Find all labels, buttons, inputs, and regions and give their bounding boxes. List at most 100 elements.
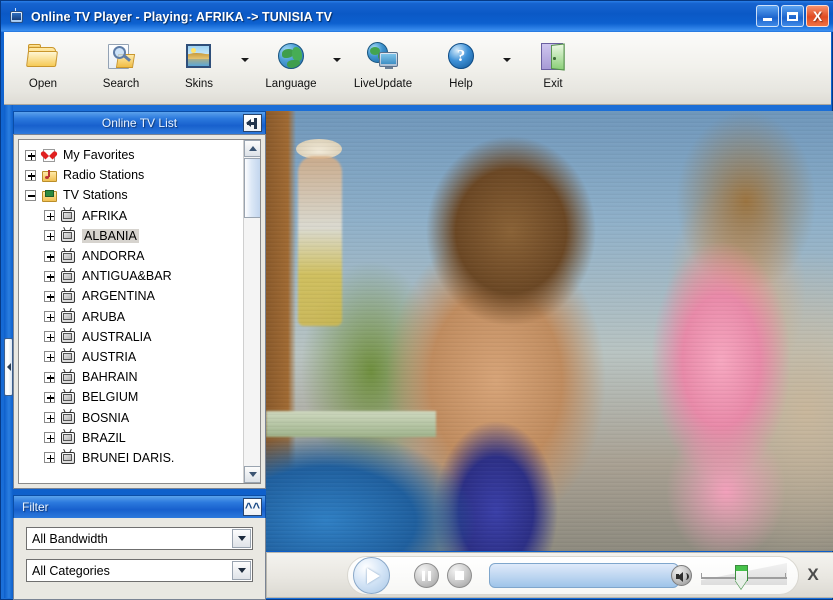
volume-thumb[interactable] — [735, 565, 748, 590]
window-controls: X — [756, 5, 829, 27]
toolbar-exit-label: Exit — [543, 78, 563, 90]
pin-icon — [246, 117, 259, 129]
expand-icon[interactable] — [44, 432, 55, 444]
expand-icon[interactable] — [44, 452, 55, 464]
expand-icon[interactable] — [25, 169, 36, 181]
tree-item-radio-stations[interactable]: Radio Stations — [25, 165, 242, 185]
filter-collapse-button[interactable]: ^^ — [243, 498, 262, 516]
tree-item-my-favorites[interactable]: My Favorites — [25, 145, 242, 165]
scroll-down-icon — [248, 472, 257, 477]
live-update-icon — [366, 41, 400, 73]
expand-icon[interactable] — [25, 149, 36, 161]
toolbar-skins-button[interactable]: Skins — [160, 37, 238, 99]
play-button[interactable] — [353, 557, 401, 594]
tv-station-icon — [60, 267, 77, 284]
speaker-icon[interactable] — [671, 565, 692, 586]
bandwidth-dropdown-button[interactable] — [232, 529, 251, 548]
scroll-up-icon — [248, 146, 257, 151]
expand-icon[interactable] — [44, 250, 55, 262]
tv-station-icon — [60, 409, 77, 425]
filter-panel-body: All Bandwidth All Categories — [13, 518, 266, 600]
pause-button[interactable] — [414, 563, 439, 588]
scroll-up-button[interactable] — [244, 140, 260, 157]
categories-dropdown-button[interactable] — [232, 561, 251, 580]
tree-item-brazil[interactable]: BRAZIL — [25, 428, 242, 448]
tree-item-bosnia[interactable]: BOSNIA — [25, 407, 242, 427]
chevron-up-icon: ^^ — [244, 499, 261, 515]
expand-icon[interactable] — [44, 290, 55, 302]
close-player-button[interactable]: X — [803, 565, 823, 585]
skins-dropdown-arrow[interactable] — [238, 37, 252, 99]
volume-slider[interactable] — [699, 559, 789, 593]
toolbar-liveupdate-button[interactable]: LiveUpdate — [344, 37, 422, 99]
tree-item-bahrain[interactable]: BAHRAIN — [25, 367, 242, 387]
open-folder-icon — [26, 41, 60, 73]
tv-list-tree[interactable]: My Favorites Radio Stations TV Stations AFR… — [18, 139, 261, 484]
tv-station-icon — [60, 328, 77, 344]
categories-select[interactable]: All Categories — [26, 559, 253, 582]
expand-icon[interactable] — [44, 371, 55, 383]
tree-item-aruba[interactable]: ARUBA — [25, 307, 242, 327]
scroll-down-button[interactable] — [244, 466, 260, 483]
tv-station-icon — [60, 348, 77, 364]
video-display[interactable] — [266, 111, 833, 551]
expand-icon[interactable] — [44, 210, 55, 222]
expand-icon[interactable] — [44, 391, 55, 403]
tree-item-label: BRAZIL — [82, 430, 126, 445]
expand-icon[interactable] — [44, 270, 55, 282]
tv-station-icon — [60, 308, 77, 324]
tree-item-label: BOSNIA — [82, 410, 130, 425]
tree-item-australia[interactable]: AUSTRALIA — [25, 327, 242, 347]
tree-item-label: ALBANIA — [82, 228, 139, 243]
expand-icon[interactable] — [44, 311, 55, 323]
tree-item-label: ANTIGUA&BAR — [82, 269, 172, 284]
tree-item-brunei-daris[interactable]: BRUNEI DARIS. — [25, 448, 242, 468]
pin-button[interactable] — [243, 114, 262, 132]
video-grain — [266, 111, 833, 551]
toolbar-help-button[interactable]: ? Help — [422, 37, 500, 99]
help-dropdown-arrow[interactable] — [500, 37, 514, 99]
toolbar: Open Search Skins Language LiveUpdate ? … — [4, 32, 831, 105]
expand-icon[interactable] — [44, 412, 55, 424]
expand-icon[interactable] — [44, 351, 55, 363]
collapse-icon[interactable] — [25, 189, 36, 201]
expand-icon[interactable] — [44, 331, 55, 343]
tv-icon — [8, 8, 25, 25]
sidebar: Online TV List My Favorites Radio Station… — [13, 111, 266, 600]
tree-item-austria[interactable]: AUSTRIA — [25, 347, 242, 367]
bandwidth-select[interactable]: All Bandwidth — [26, 527, 253, 550]
toolbar-search-button[interactable]: Search — [82, 37, 160, 99]
tree-item-antigua-bar[interactable]: ANTIGUA&BAR — [25, 266, 242, 286]
tree-item-label: AUSTRIA — [82, 349, 137, 364]
stop-icon — [455, 571, 464, 580]
tree-item-argentina[interactable]: ARGENTINA — [25, 286, 242, 306]
left-splitter-rail — [4, 105, 13, 598]
progress-bar[interactable] — [489, 563, 679, 588]
toolbar-open-label: Open — [28, 78, 58, 90]
favorites-icon — [41, 148, 58, 163]
tree-item-belgium[interactable]: BELGIUM — [25, 387, 242, 407]
minimize-button[interactable] — [756, 5, 779, 27]
toolbar-exit-button[interactable]: Exit — [514, 37, 592, 99]
categories-value: All Categories — [32, 563, 110, 578]
tree-item-afrika[interactable]: AFRIKA — [25, 206, 242, 226]
scrollbar-thumb[interactable] — [244, 158, 260, 218]
language-dropdown-arrow[interactable] — [330, 37, 344, 99]
tv-list-panel-body: My Favorites Radio Stations TV Stations AFR… — [13, 134, 266, 489]
stop-button[interactable] — [447, 563, 472, 588]
toolbar-open-button[interactable]: Open — [4, 37, 82, 99]
tree-scrollbar[interactable] — [243, 140, 260, 483]
tree-item-label: BAHRAIN — [82, 370, 138, 385]
tree-item-albania[interactable]: ALBANIA — [25, 226, 242, 246]
expand-icon[interactable] — [44, 230, 55, 242]
sidebar-collapse-handle[interactable] — [4, 338, 13, 396]
exit-door-icon — [536, 41, 570, 73]
tv-station-icon — [60, 368, 77, 385]
close-button[interactable]: X — [806, 5, 829, 27]
tree-item-label: TV Stations — [63, 188, 128, 203]
tree-item-tv-stations[interactable]: TV Stations — [25, 185, 242, 205]
tv-station-icon — [60, 207, 77, 223]
maximize-button[interactable] — [781, 5, 804, 27]
toolbar-language-button[interactable]: Language — [252, 37, 330, 99]
tree-item-andorra[interactable]: ANDORRA — [25, 246, 242, 266]
